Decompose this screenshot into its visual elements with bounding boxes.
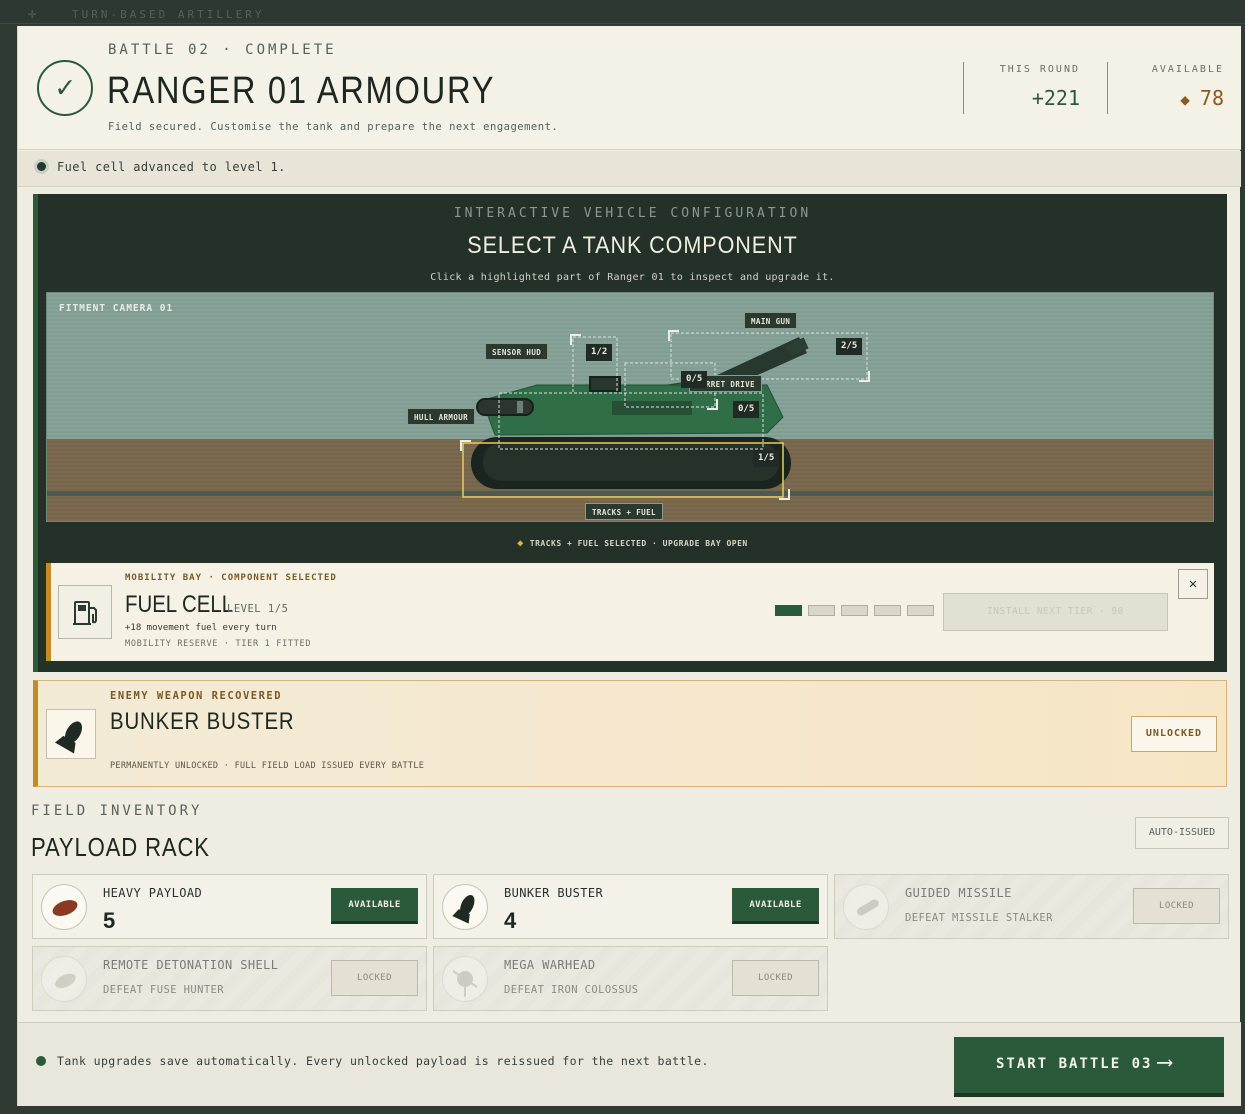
start-battle-button[interactable]: START BATTLE 03 ⟶ xyxy=(954,1037,1224,1097)
payload-card-remote-detonation-shell[interactable]: REMOTE DETONATION SHELL DEFEAT FUSE HUNT… xyxy=(32,946,427,1011)
detail-name: FUEL CELL xyxy=(125,591,234,618)
remote-shell-icon xyxy=(41,956,87,1002)
diamond-icon: ◆ xyxy=(1180,90,1190,109)
selection-status-text: TRACKS + FUEL SELECTED · UPGRADE BAY OPE… xyxy=(529,539,748,548)
battle-status: BATTLE 02 · COMPLETE xyxy=(108,42,337,58)
stat-divider xyxy=(963,62,964,114)
recovered-meta: PERMANENTLY UNLOCKED · FULL FIELD LOAD I… xyxy=(110,761,425,771)
inventory-eyebrow: FIELD INVENTORY xyxy=(31,803,203,819)
payload-requirement: DEFEAT MISSILE STALKER xyxy=(905,912,1053,924)
part-tag-hull-armour[interactable]: HULL ARMOUR xyxy=(407,408,476,425)
config-eyebrow: INTERACTIVE VEHICLE CONFIGURATION xyxy=(453,206,812,221)
recovered-name: BUNKER BUSTER xyxy=(110,708,295,735)
level-pip xyxy=(874,605,901,616)
stat-divider xyxy=(1107,62,1108,114)
detail-effect: +18 movement fuel every turn xyxy=(125,623,277,633)
vehicle-config-panel: INTERACTIVE VEHICLE CONFIGURATION SELECT… xyxy=(33,194,1227,672)
config-subtitle: Click a highlighted part of Ranger 01 to… xyxy=(430,272,835,283)
payload-name: REMOTE DETONATION SHELL xyxy=(103,958,279,972)
background-titlebar: ✛ TURN-BASED ARTILLERY xyxy=(0,0,1245,24)
part-level-turret-drive: 0/5 xyxy=(681,371,708,388)
recovered-eyebrow: ENEMY WEAPON RECOVERED xyxy=(110,690,283,702)
inventory-title: PAYLOAD RACK xyxy=(31,832,210,862)
payload-count: 5 xyxy=(103,908,116,933)
background-title: TURN-BASED ARTILLERY xyxy=(72,8,265,21)
level-pip xyxy=(808,605,835,616)
page-subtitle: Field secured. Customise the tank and pr… xyxy=(108,121,559,133)
part-tag-main-gun[interactable]: MAIN GUN xyxy=(744,312,798,329)
level-pip xyxy=(907,605,934,616)
fitment-camera: FITMENT CAMERA 01 SENSOR HUD 1/2 MAIN GU… xyxy=(46,292,1214,522)
stat-available-label: AVAILABLE xyxy=(1151,64,1224,75)
diamond-icon: ◆ xyxy=(517,538,524,549)
checkmark-icon: ✓ xyxy=(37,60,93,116)
stat-round-label: THIS ROUND xyxy=(999,64,1080,75)
stat-available-value: 78 xyxy=(1199,86,1224,110)
payload-requirement: DEFEAT IRON COLOSSUS xyxy=(504,984,639,996)
status-badge: LOCKED xyxy=(331,960,418,996)
guided-missile-icon xyxy=(843,884,889,930)
part-level-tracks-fuel: 1/5 xyxy=(753,450,780,467)
bunker-buster-icon xyxy=(442,884,488,930)
part-tag-tracks-fuel[interactable]: TRACKS + FUEL xyxy=(585,503,663,520)
arrow-right-icon: ⟶ xyxy=(1158,1050,1172,1075)
weapon-recovered-banner: ENEMY WEAPON RECOVERED BUNKER BUSTER PER… xyxy=(33,680,1227,787)
install-next-tier-button[interactable]: INSTALL NEXT TIER · 90 xyxy=(943,593,1168,631)
payload-requirement: DEFEAT FUSE HUNTER xyxy=(103,984,224,996)
detail-eyebrow: MOBILITY BAY · COMPONENT SELECTED xyxy=(125,573,337,583)
part-tag-sensor-hud[interactable]: SENSOR HUD xyxy=(485,343,549,360)
payload-name: GUIDED MISSILE xyxy=(905,886,1012,900)
crosshair-logo-icon: ✛ xyxy=(28,6,37,22)
page-title: RANGER 01 ARMOURY xyxy=(107,70,496,112)
level-pip xyxy=(841,605,868,616)
detail-meta: MOBILITY RESERVE · TIER 1 FITTED xyxy=(125,639,312,649)
status-dot-icon xyxy=(34,159,49,174)
start-battle-label: START BATTLE 03 xyxy=(996,1056,1153,1072)
detail-level: LEVEL 1/5 xyxy=(227,603,289,615)
status-badge: AVAILABLE xyxy=(331,888,418,924)
payload-count: 4 xyxy=(504,908,517,933)
fuel-pump-icon xyxy=(58,585,112,639)
payload-name: MEGA WARHEAD xyxy=(504,958,596,972)
payload-card-bunker-buster[interactable]: BUNKER BUSTER 4 AVAILABLE xyxy=(433,874,828,939)
stat-available: ◆ 78 xyxy=(1124,86,1224,110)
heavy-payload-icon xyxy=(41,884,87,930)
tank-illustration xyxy=(460,330,870,500)
notice-text: Fuel cell advanced to level 1. xyxy=(57,160,286,174)
config-title: SELECT A TANK COMPONENT xyxy=(467,232,798,259)
exhaust-pipe xyxy=(476,398,534,416)
status-badge: LOCKED xyxy=(1133,888,1220,924)
hull-plate xyxy=(612,401,692,415)
part-level-hull-armour: 0/5 xyxy=(733,401,760,418)
install-label: INSTALL NEXT TIER · 90 xyxy=(987,606,1124,617)
upgrade-notice: Fuel cell advanced to level 1. xyxy=(18,151,1241,187)
payload-name: HEAVY PAYLOAD xyxy=(103,886,203,900)
auto-issued-badge: AUTO-ISSUED xyxy=(1135,817,1229,849)
payload-card-heavy-payload[interactable]: HEAVY PAYLOAD 5 AVAILABLE xyxy=(32,874,427,939)
armoury-modal: ✓ BATTLE 02 · COMPLETE RANGER 01 ARMOURY… xyxy=(17,26,1241,1106)
selection-status: ◆ TRACKS + FUEL SELECTED · UPGRADE BAY OP… xyxy=(38,538,1227,549)
level-pip xyxy=(775,605,802,616)
exhaust-band xyxy=(517,401,523,413)
mega-warhead-icon xyxy=(442,956,488,1002)
status-badge: AVAILABLE xyxy=(732,888,819,924)
payload-name: BUNKER BUSTER xyxy=(504,886,604,900)
status-badge: LOCKED xyxy=(732,960,819,996)
unlocked-badge: UNLOCKED xyxy=(1131,716,1217,752)
close-icon[interactable]: ✕ xyxy=(1178,569,1208,599)
stat-round-value: +221 xyxy=(1031,86,1080,110)
sensor-hud-part xyxy=(589,376,621,392)
part-level-sensor-hud: 1/2 xyxy=(586,344,613,361)
modal-footer: Tank upgrades save automatically. Every … xyxy=(18,1022,1241,1106)
bunker-buster-icon xyxy=(46,709,96,759)
modal-header: ✓ BATTLE 02 · COMPLETE RANGER 01 ARMOURY… xyxy=(18,26,1241,150)
part-level-main-gun: 2/5 xyxy=(836,338,863,355)
status-dot-icon xyxy=(36,1056,46,1066)
payload-card-guided-missile[interactable]: GUIDED MISSILE DEFEAT MISSILE STALKER LO… xyxy=(834,874,1229,939)
component-detail: MOBILITY BAY · COMPONENT SELECTED FUEL C… xyxy=(46,563,1214,661)
footer-text: Tank upgrades save automatically. Every … xyxy=(57,1054,709,1068)
payload-card-mega-warhead[interactable]: MEGA WARHEAD DEFEAT IRON COLOSSUS LOCKED xyxy=(433,946,828,1011)
